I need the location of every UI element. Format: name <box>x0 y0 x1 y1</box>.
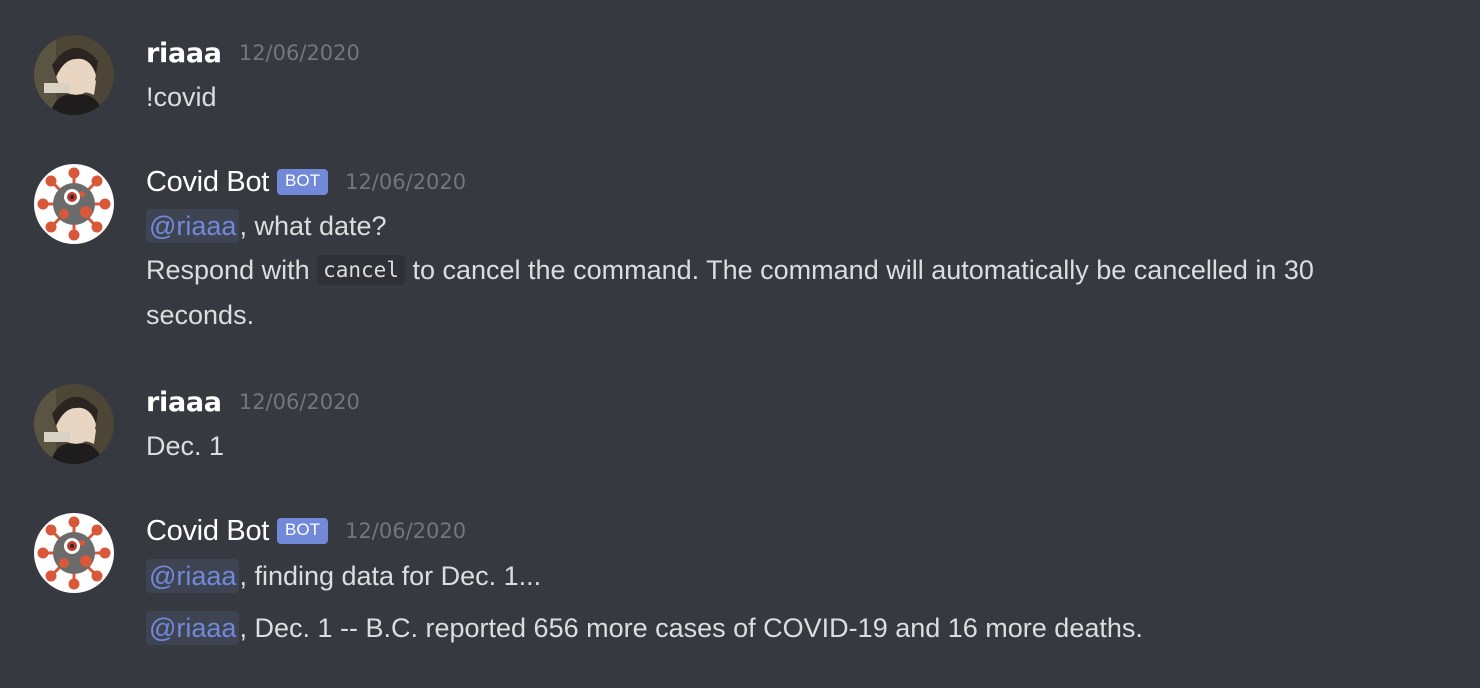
message-text: !covid <box>146 82 217 112</box>
user-avatar[interactable] <box>34 35 114 115</box>
bot-avatar[interactable] <box>34 164 114 244</box>
text-after-code: to cancel the command. The command will … <box>404 255 1314 285</box>
message-text: Dec. 1 <box>146 431 225 461</box>
timestamp[interactable]: 12/06/2020 <box>345 519 466 543</box>
covid-virus-icon <box>34 513 114 593</box>
covid-virus-icon <box>34 164 114 244</box>
message-header: Covid Bot BOT 12/06/2020 <box>146 166 466 199</box>
timestamp[interactable]: 12/06/2020 <box>345 170 466 194</box>
chat-messages: riaaa 12/06/2020 !covid Covid Bot BOT 12… <box>0 0 1480 688</box>
user-mention[interactable]: @riaaa <box>146 209 240 243</box>
user-mention[interactable]: @riaaa <box>146 559 240 593</box>
message-text-line2: @riaaa, Dec. 1 -- B.C. reported 656 more… <box>146 611 1143 645</box>
timestamp[interactable]: 12/06/2020 <box>239 390 360 414</box>
message-text-rest: , what date? <box>239 211 387 241</box>
message-text: @riaaa, what date? <box>146 209 387 243</box>
user-avatar[interactable] <box>34 384 114 464</box>
message-text-rest: , Dec. 1 -- B.C. reported 656 more cases… <box>239 613 1143 643</box>
timestamp[interactable]: 12/06/2020 <box>239 41 360 65</box>
username[interactable]: riaaa <box>146 38 222 69</box>
message-text-line3: seconds. <box>146 300 255 330</box>
message-header: riaaa 12/06/2020 <box>146 38 360 69</box>
username[interactable]: Covid Bot <box>146 515 269 547</box>
message-text-line2: Respond with cancel to cancel the comman… <box>146 255 1314 286</box>
message-text-rest: , finding data for Dec. 1... <box>239 561 542 591</box>
inline-code: cancel <box>317 255 405 285</box>
message-text: @riaaa, finding data for Dec. 1... <box>146 559 542 593</box>
message-header: Covid Bot BOT 12/06/2020 <box>146 515 466 548</box>
bot-tag: BOT <box>277 169 328 195</box>
user-mention[interactable]: @riaaa <box>146 611 240 645</box>
bot-tag: BOT <box>277 518 328 544</box>
message-header: riaaa 12/06/2020 <box>146 387 360 418</box>
username[interactable]: Covid Bot <box>146 166 269 198</box>
username[interactable]: riaaa <box>146 387 222 418</box>
text-before-code: Respond with <box>146 255 318 285</box>
bot-avatar[interactable] <box>34 513 114 593</box>
